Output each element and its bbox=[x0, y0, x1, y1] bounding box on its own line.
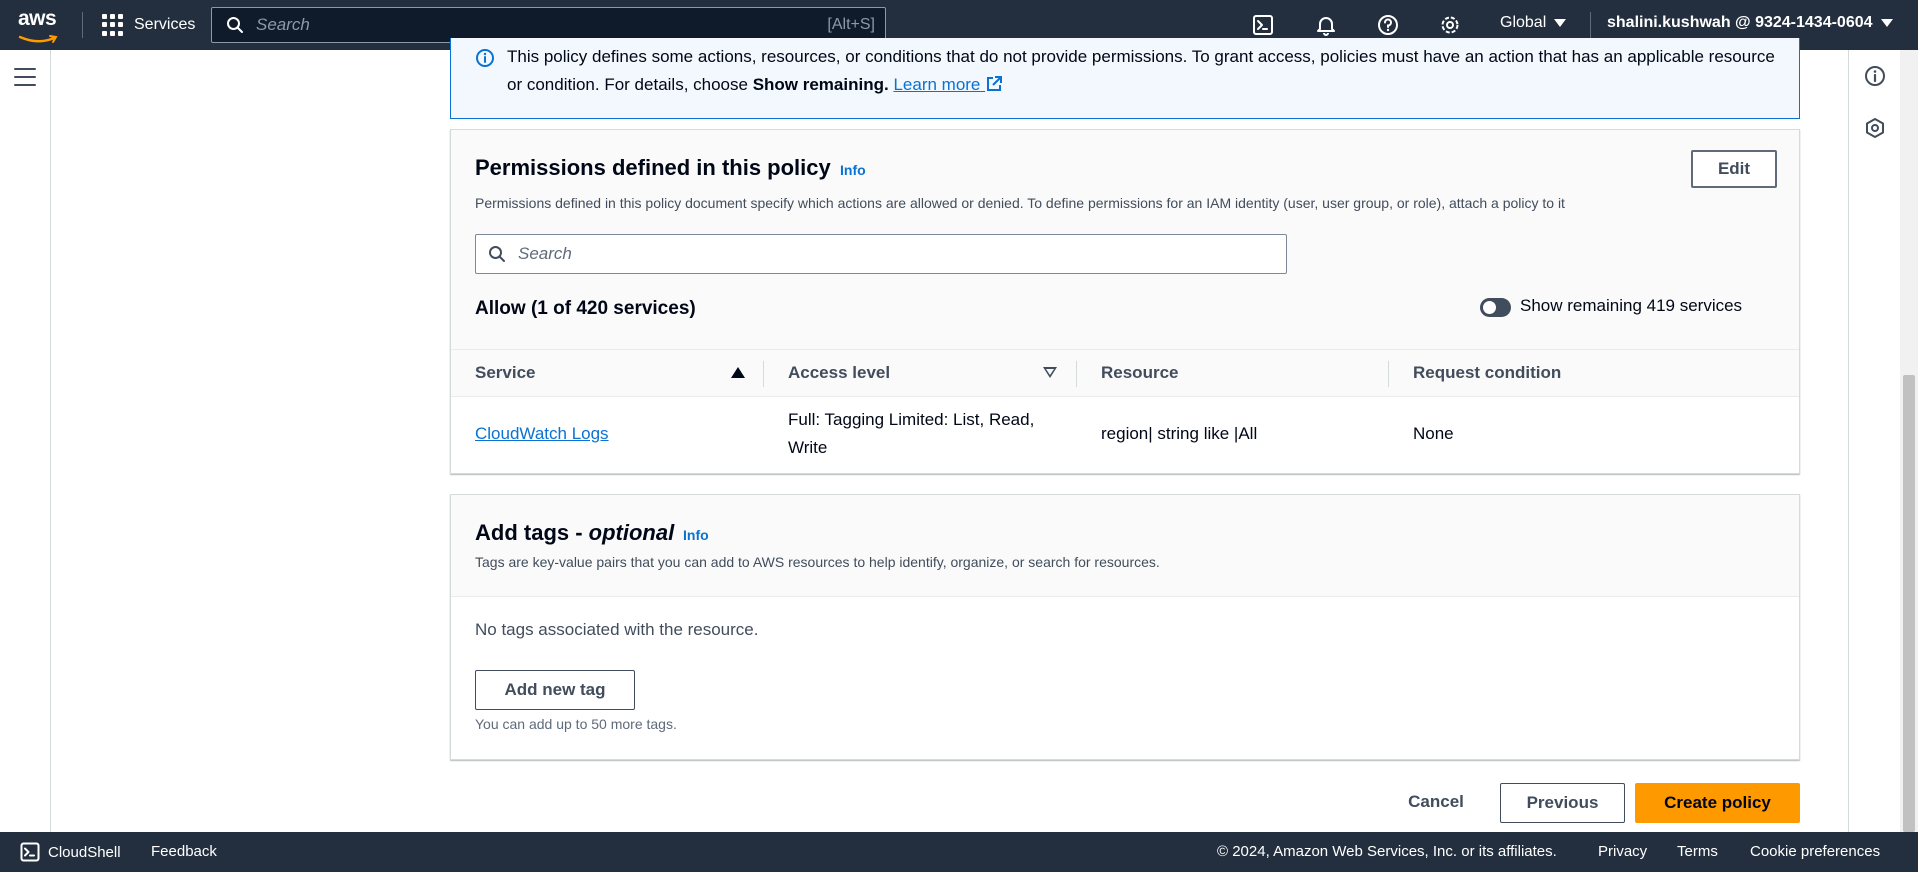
info-circle-icon bbox=[476, 49, 494, 67]
previous-button[interactable]: Previous bbox=[1500, 783, 1625, 823]
tags-title: Add tags - optional bbox=[475, 520, 674, 546]
aws-logo[interactable]: aws bbox=[18, 7, 64, 43]
privacy-link[interactable]: Privacy bbox=[1598, 843, 1647, 860]
caret-down-icon bbox=[1880, 19, 1893, 27]
column-header-access-level[interactable]: Access level bbox=[788, 363, 890, 383]
cloudshell-label: CloudShell bbox=[48, 843, 121, 861]
no-tags-message: No tags associated with the resource. bbox=[475, 620, 759, 639]
permissions-info-link[interactable]: Info bbox=[840, 162, 866, 178]
help-circle-icon bbox=[1378, 15, 1398, 35]
sort-ascending-icon[interactable] bbox=[731, 367, 745, 378]
aws-smile-icon bbox=[18, 35, 58, 43]
caret-down-icon bbox=[1554, 19, 1567, 27]
search-shortcut: [Alt+S] bbox=[827, 16, 875, 33]
column-header-service[interactable]: Service bbox=[475, 363, 536, 383]
apps-grid-icon bbox=[102, 14, 124, 36]
allow-services-heading: Allow (1 of 420 services) bbox=[475, 298, 696, 319]
services-menu-button[interactable]: Services bbox=[102, 12, 195, 38]
column-divider[interactable] bbox=[1076, 361, 1077, 387]
search-icon bbox=[227, 17, 243, 33]
permissions-container: Permissions defined in this policy Info … bbox=[450, 129, 1800, 474]
copyright-text: © 2024, Amazon Web Services, Inc. or its… bbox=[1217, 843, 1557, 860]
tags-title-optional: optional bbox=[588, 520, 675, 545]
show-remaining-toggle[interactable] bbox=[1480, 298, 1511, 317]
alert-bold-text: Show remaining. bbox=[752, 75, 889, 94]
tags-container: Add tags - optional Info Tags are key-va… bbox=[450, 494, 1800, 760]
alert-text: This policy defines some actions, resour… bbox=[507, 47, 1775, 94]
create-policy-button[interactable]: Create policy bbox=[1635, 783, 1800, 823]
scrollbar-thumb[interactable] bbox=[1903, 375, 1915, 832]
region-label: Global bbox=[1500, 14, 1547, 31]
search-icon bbox=[489, 246, 505, 262]
column-divider[interactable] bbox=[763, 361, 764, 387]
cloudshell-nav-button[interactable] bbox=[1251, 13, 1275, 37]
menu-icon[interactable] bbox=[14, 68, 36, 86]
region-selector[interactable]: Global bbox=[1500, 14, 1567, 32]
cloudshell-footer-button[interactable]: CloudShell bbox=[20, 842, 121, 862]
tags-description: Tags are key-value pairs that you can ad… bbox=[475, 554, 1160, 570]
show-remaining-label: Show remaining 419 services bbox=[1520, 296, 1743, 315]
info-alert: This policy defines some actions, resour… bbox=[450, 38, 1800, 119]
settings-button[interactable] bbox=[1438, 13, 1462, 37]
terminal-icon bbox=[1253, 15, 1273, 35]
sort-descending-icon[interactable] bbox=[1043, 367, 1057, 378]
tags-limit-hint: You can add up to 50 more tags. bbox=[475, 716, 677, 732]
search-placeholder: Search bbox=[256, 15, 310, 34]
terms-link[interactable]: Terms bbox=[1677, 843, 1718, 860]
help-button[interactable] bbox=[1376, 13, 1400, 37]
permissions-search-input[interactable]: Search bbox=[475, 234, 1287, 274]
nav-divider bbox=[82, 12, 83, 38]
cancel-button[interactable]: Cancel bbox=[1390, 783, 1482, 821]
alert-message: This policy defines some actions, resour… bbox=[507, 43, 1777, 99]
page-scrollbar[interactable] bbox=[1900, 50, 1918, 832]
learn-more-label: Learn more bbox=[893, 75, 981, 94]
services-label: Services bbox=[134, 16, 196, 33]
left-navigation-rail bbox=[0, 50, 51, 832]
account-menu[interactable]: shalini.kushwah @ 9324-1434-0604 bbox=[1607, 14, 1893, 32]
column-divider[interactable] bbox=[1388, 361, 1389, 387]
console-footer: CloudShell Feedback © 2024, Amazon Web S… bbox=[0, 832, 1918, 872]
nav-divider bbox=[1590, 12, 1591, 38]
notifications-button[interactable] bbox=[1314, 13, 1338, 37]
gear-icon bbox=[1441, 16, 1459, 34]
permissions-title: Permissions defined in this policy bbox=[475, 155, 831, 180]
tags-header bbox=[451, 495, 1799, 597]
add-new-tag-button[interactable]: Add new tag bbox=[475, 670, 635, 710]
column-header-request-condition[interactable]: Request condition bbox=[1413, 363, 1561, 383]
tags-title-text: Add tags - bbox=[475, 520, 589, 545]
external-link-icon bbox=[987, 76, 1003, 91]
column-header-resource[interactable]: Resource bbox=[1101, 363, 1178, 383]
info-panel-icon[interactable] bbox=[1864, 65, 1886, 87]
cookie-preferences-link[interactable]: Cookie preferences bbox=[1750, 843, 1880, 860]
resource-cell: region| string like |All bbox=[1101, 424, 1258, 443]
search-placeholder: Search bbox=[518, 244, 572, 263]
tutorial-panel-icon[interactable] bbox=[1864, 117, 1886, 139]
feedback-link[interactable]: Feedback bbox=[151, 843, 217, 860]
learn-more-link[interactable]: Learn more bbox=[893, 75, 1003, 94]
permissions-table-header: Service Access level Resource Request co… bbox=[451, 349, 1799, 397]
service-cell: CloudWatch Logs bbox=[475, 420, 609, 448]
bell-icon bbox=[1317, 17, 1335, 36]
access-level-cell: Full: Tagging Limited: List, Read, Write bbox=[788, 410, 1035, 457]
right-tools-rail bbox=[1848, 50, 1900, 832]
service-link[interactable]: CloudWatch Logs bbox=[475, 424, 609, 443]
aws-logo-text: aws bbox=[18, 7, 57, 30]
terminal-icon bbox=[20, 842, 40, 862]
toggle-knob bbox=[1483, 301, 1496, 314]
edit-button[interactable]: Edit bbox=[1691, 150, 1777, 188]
permissions-description: Permissions defined in this policy docum… bbox=[475, 195, 1565, 211]
request-condition-cell: None bbox=[1413, 424, 1454, 443]
account-label: shalini.kushwah @ 9324-1434-0604 bbox=[1607, 14, 1873, 31]
tags-info-link[interactable]: Info bbox=[683, 527, 709, 543]
